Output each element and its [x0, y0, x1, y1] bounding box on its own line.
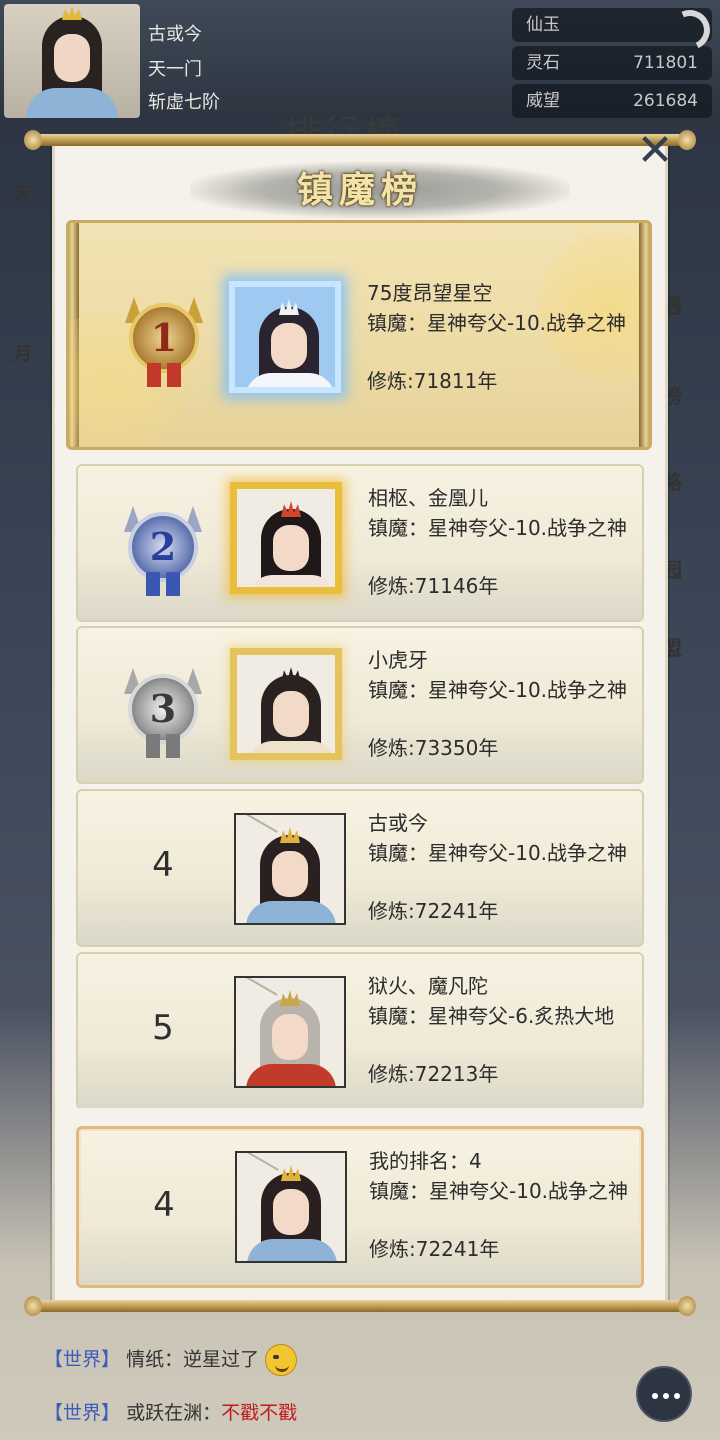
demon-stage: 镇魔：星神夸父-10.战争之神 — [367, 311, 627, 335]
rank-badge-silver-blue: 2 — [118, 506, 208, 596]
my-portrait[interactable] — [235, 1151, 347, 1263]
player-portrait[interactable] — [230, 648, 342, 760]
cultivation-years: 修炼:72241年 — [369, 1237, 500, 1261]
ranking-row-4[interactable]: 4 古或今 镇魔：星神夸父-10.战争之神 修炼:72241年 — [76, 789, 644, 947]
side-item[interactable]: 月 — [14, 340, 32, 366]
cultivation-years: 修炼:71146年 — [368, 574, 499, 598]
player-portrait[interactable] — [229, 281, 341, 393]
phoenix-decoration — [539, 233, 649, 383]
cultivation-years: 修炼:72213年 — [368, 1062, 499, 1086]
chat-message[interactable]: 【世界】 或跃在渊：不戳不戳 — [44, 1398, 297, 1425]
my-rank-label: 我的排名：4 — [369, 1149, 482, 1173]
demon-stage: 镇魔：星神夸父-10.战争之神 — [368, 678, 628, 702]
side-item[interactable]: 天 — [14, 180, 32, 206]
demon-stage: 镇魔：星神夸父-6.炙热大地 — [368, 1004, 615, 1028]
chat-bubble-icon[interactable] — [636, 1366, 692, 1422]
stat-value: 711801 — [633, 53, 698, 73]
player-avatar[interactable] — [4, 4, 140, 118]
stat-label: 威望 — [526, 91, 560, 111]
my-rank-number: 4 — [153, 1185, 175, 1225]
stat-label: 仙玉 — [526, 15, 560, 35]
cultivation-years: 修炼:73350年 — [368, 736, 499, 760]
ranking-row-3[interactable]: 3 小虎牙 镇魔：星神夸父-10.战争之神 修炼:73350年 — [76, 626, 644, 784]
cultivation-years: 修炼:72241年 — [368, 899, 499, 923]
demon-stage: 镇魔：星神夸父-10.战争之神 — [369, 1179, 629, 1203]
chat-sender: 或跃在渊 — [126, 1402, 203, 1424]
left-side-menu: 天 月 — [0, 140, 56, 1040]
rank-number: 4 — [152, 845, 174, 885]
demon-stage: 镇魔：星神夸父-10.战争之神 — [368, 841, 628, 865]
chat-sender: 情纸 — [126, 1348, 165, 1371]
cultivation-years: 修炼:71811年 — [367, 369, 498, 393]
chat-message[interactable]: 【世界】 情纸：逆星过了 — [44, 1344, 298, 1376]
scroll-rod-top — [24, 130, 696, 150]
player-sect: 天一门 — [148, 59, 202, 80]
chat-channel: 【世界】 — [44, 1402, 121, 1424]
rank-number: 1 — [150, 315, 178, 360]
rank-badge-gold: 1 — [119, 297, 209, 387]
modal-title: 镇魔榜 — [296, 169, 423, 211]
world-chat: 【世界】 情纸：逆星过了 【世界】 或跃在渊：不戳不戳 — [0, 1292, 720, 1440]
ranking-row-5[interactable]: 5 狱火、魔凡陀 镇魔：星神夸父-6.炙热大地 修炼:72213年 — [76, 952, 644, 1108]
grin-emoji-icon — [265, 1344, 298, 1376]
player-header: 古或今 天一门 斩虚七阶 仙玉 灵石 711801 威望 261684 — [0, 0, 720, 120]
rank-badge-silver: 3 — [118, 668, 208, 758]
rank-number: 2 — [149, 524, 177, 569]
stat-label: 灵石 — [526, 53, 560, 73]
player-portrait[interactable] — [230, 482, 342, 594]
player-name: 75度昂望星空 — [367, 281, 493, 305]
player-realm: 斩虚七阶 — [148, 92, 220, 113]
close-icon[interactable]: ✕ — [632, 128, 678, 174]
scroll-rod-bottom — [24, 1296, 696, 1316]
ranking-row-1[interactable]: 1 75度昂望星空 镇魔：星神夸父-10.战争之神 修炼:71811年 — [66, 220, 652, 450]
demon-stage: 镇魔：星神夸父-10.战争之神 — [368, 516, 628, 540]
rank-number: 3 — [149, 686, 177, 731]
player-portrait[interactable] — [234, 976, 346, 1088]
player-portrait[interactable] — [234, 813, 346, 925]
ranking-row-2[interactable]: 2 相枢、金凰儿 镇魔：星神夸父-10.战争之神 修炼:71146年 — [76, 464, 644, 622]
player-name: 古或今 — [148, 24, 202, 45]
player-name: 古或今 — [368, 811, 428, 835]
player-name: 相枢、金凰儿 — [368, 486, 488, 510]
player-name: 狱火、魔凡陀 — [368, 974, 488, 998]
stat-value: 261684 — [633, 91, 698, 111]
player-name: 小虎牙 — [368, 648, 428, 672]
rank-number: 5 — [152, 1008, 174, 1048]
stat-lingshi: 灵石 711801 — [512, 46, 712, 80]
chat-channel: 【世界】 — [44, 1348, 121, 1371]
chat-text: 不戳不戳 — [221, 1402, 298, 1424]
my-ranking-panel[interactable]: 4 我的排名：4 镇魔：星神夸父-10.战争之神 修炼:72241年 — [76, 1126, 644, 1288]
chat-text: 逆星过了 — [183, 1348, 260, 1371]
ranking-list[interactable]: 1 75度昂望星空 镇魔：星神夸父-10.战争之神 修炼:71811年 2 相枢… — [66, 212, 652, 1108]
stat-weiwang: 威望 261684 — [512, 84, 712, 118]
